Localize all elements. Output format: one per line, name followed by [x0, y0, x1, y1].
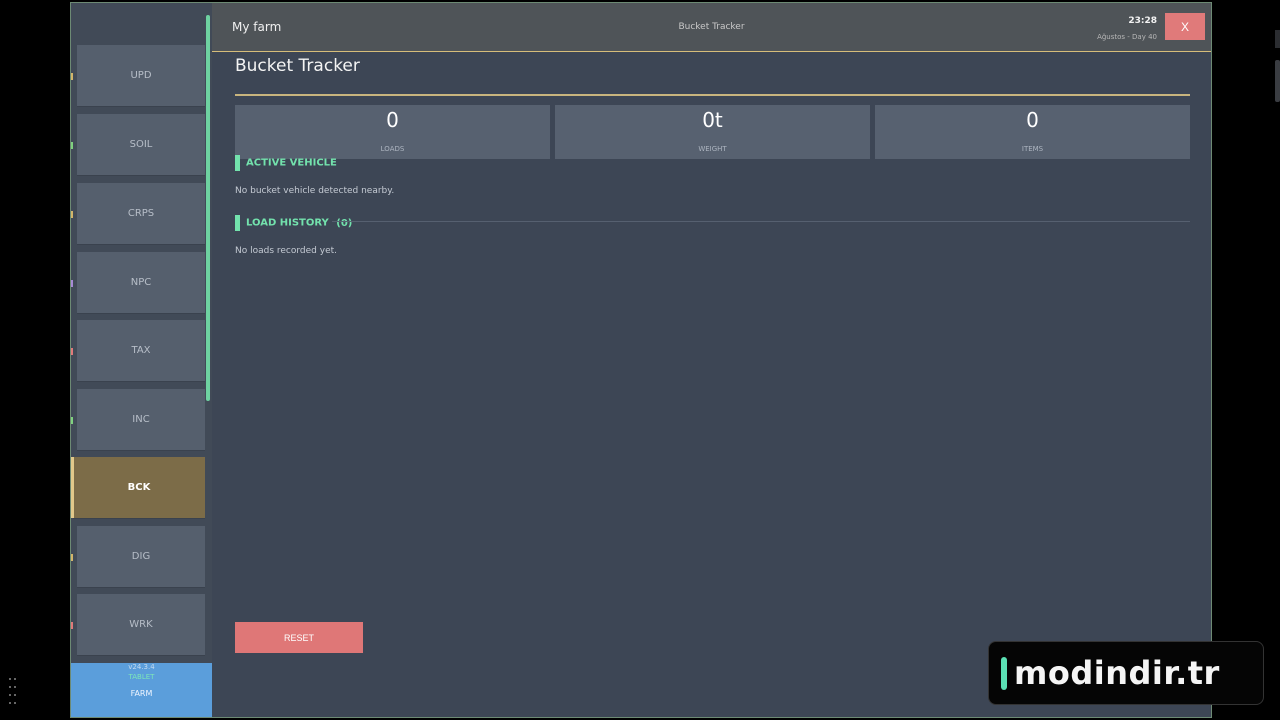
- stat-value: 0t: [702, 108, 723, 132]
- drag-handle-icon: [9, 678, 23, 714]
- sidebar-item-soil[interactable]: SOIL: [71, 114, 205, 176]
- active-indicator: [71, 457, 74, 518]
- section-accent: [235, 155, 240, 171]
- watermark-logo: modindir.tr: [988, 641, 1264, 705]
- tablet-label: TABLET: [128, 673, 155, 681]
- right-scroll-top: [1275, 30, 1280, 48]
- sidebar-item-label: NPC: [130, 277, 152, 288]
- status-marker: [71, 417, 73, 424]
- status-marker: [71, 554, 73, 561]
- section-title: LOAD HISTORY: [246, 217, 329, 229]
- stat-label: ITEMS: [1021, 145, 1044, 153]
- sidebar: UPD SOIL CRPS NPC TAX INC BCK DIG WRK v2…: [71, 3, 212, 717]
- sidebar-item-label: CRPS: [127, 208, 155, 219]
- sidebar-item-bck[interactable]: BCK: [71, 457, 205, 519]
- sidebar-item-dig[interactable]: DIG: [71, 526, 205, 588]
- status-marker: [71, 142, 73, 149]
- status-marker: [71, 622, 73, 629]
- reset-label: RESET: [283, 632, 314, 643]
- window-title: Bucket Tracker: [678, 22, 745, 32]
- sidebar-item-npc[interactable]: NPC: [71, 252, 205, 314]
- sidebar-item-wrk[interactable]: WRK: [71, 594, 205, 656]
- stat-label: WEIGHT: [698, 145, 727, 153]
- load-history-note: No loads recorded yet.: [235, 246, 337, 256]
- farm-label: FARM: [130, 689, 153, 698]
- active-vehicle-heading: ACTIVE VEHICLE: [235, 155, 337, 171]
- sidebar-item-inc[interactable]: INC: [71, 389, 205, 451]
- section-divider: [332, 221, 1190, 222]
- stat-value: 0: [1026, 108, 1039, 132]
- right-scrollbar[interactable]: [1275, 60, 1280, 102]
- active-vehicle-note: No bucket vehicle detected nearby.: [235, 186, 395, 196]
- version-label: v24.3.4: [128, 663, 155, 671]
- sidebar-item-tax[interactable]: TAX: [71, 320, 205, 382]
- main-content: Bucket Tracker 0 LOADS 0t WEIGHT 0 ITEMS…: [212, 52, 1211, 717]
- sidebar-item-label: WRK: [129, 619, 153, 630]
- status-marker: [71, 211, 73, 218]
- sidebar-item-label: INC: [132, 414, 150, 425]
- close-icon: X: [1180, 19, 1189, 34]
- load-history-count: (0): [336, 217, 353, 229]
- sidebar-item-label: SOIL: [129, 139, 153, 150]
- close-button[interactable]: X: [1165, 13, 1205, 40]
- section-title: ACTIVE VEHICLE: [246, 157, 337, 169]
- watermark-text: modindir.tr: [1014, 654, 1220, 692]
- sidebar-footer[interactable]: v24.3.4 TABLET FARM: [71, 663, 212, 717]
- section-accent: [235, 215, 240, 231]
- title-divider: [235, 94, 1190, 96]
- stats-row: 0 LOADS 0t WEIGHT 0 ITEMS: [235, 105, 1190, 159]
- sidebar-item-label: BCK: [127, 482, 151, 493]
- sidebar-item-label: DIG: [131, 551, 151, 562]
- status-marker: [71, 348, 73, 355]
- stat-label: LOADS: [380, 145, 405, 153]
- clock: 23:28: [1128, 16, 1157, 26]
- header-bar: My farm Bucket Tracker 23:28 Ağustos - D…: [212, 3, 1211, 52]
- stat-items: 0 ITEMS: [875, 105, 1190, 159]
- stat-weight: 0t WEIGHT: [555, 105, 870, 159]
- stat-loads: 0 LOADS: [235, 105, 550, 159]
- stat-value: 0: [386, 108, 399, 132]
- sidebar-scrollbar[interactable]: [206, 15, 210, 401]
- tablet-window: UPD SOIL CRPS NPC TAX INC BCK DIG WRK v2…: [70, 2, 1212, 718]
- status-marker: [71, 280, 73, 287]
- status-marker: [71, 73, 73, 80]
- page-title: Bucket Tracker: [235, 56, 360, 76]
- sidebar-item-crps[interactable]: CRPS: [71, 183, 205, 245]
- sidebar-item-upd[interactable]: UPD: [71, 45, 205, 107]
- sidebar-item-label: UPD: [130, 70, 152, 81]
- sidebar-item-label: TAX: [131, 345, 151, 356]
- game-date: Ağustos - Day 40: [1097, 33, 1157, 41]
- reset-button[interactable]: RESET: [235, 622, 363, 653]
- watermark-accent: [1001, 657, 1007, 690]
- load-history-heading: LOAD HISTORY (0): [235, 215, 352, 231]
